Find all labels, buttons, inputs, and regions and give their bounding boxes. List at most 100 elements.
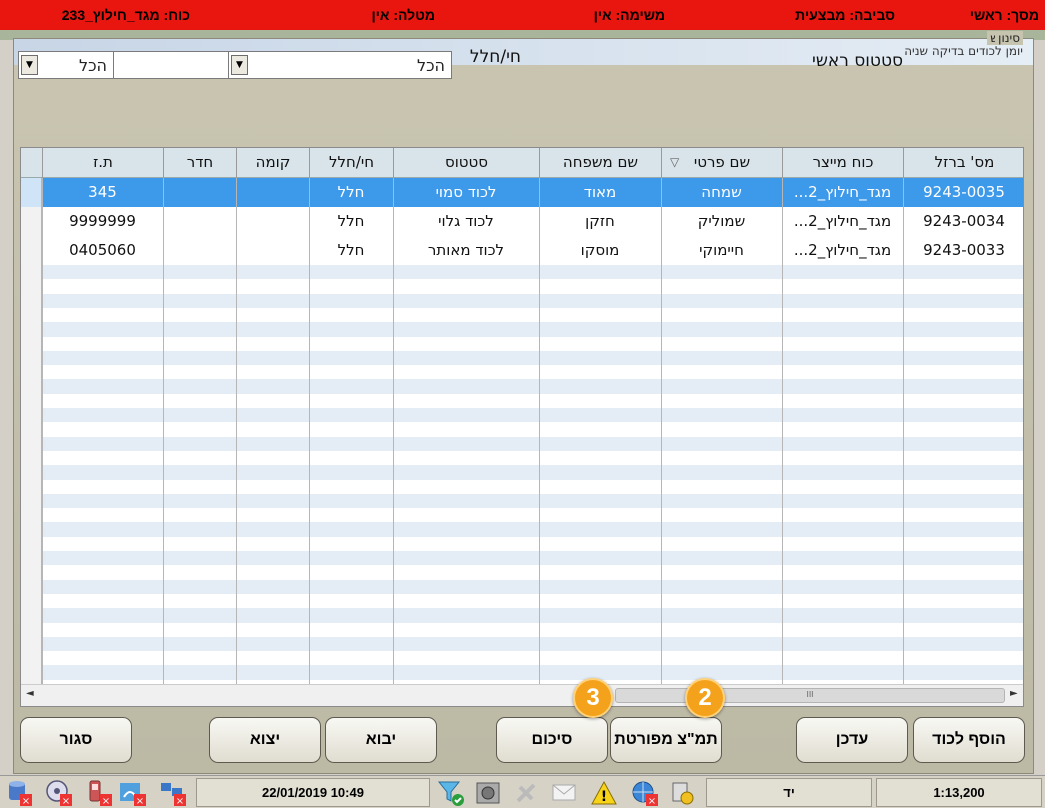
empty-row <box>42 508 1023 523</box>
table-cell: מוסקו <box>580 241 620 259</box>
table-cell: מאוד <box>583 183 617 201</box>
bottom-taskbar: × × × × × 22/01/2019 10:49 ! × יד 1:13,2… <box>0 775 1045 808</box>
import-button[interactable]: יבוא <box>325 717 437 763</box>
database-error-icon[interactable]: × <box>4 779 34 807</box>
table-cell: 9243-0035 <box>923 183 1005 201</box>
table-cell: 9999999 <box>69 212 136 230</box>
empty-row <box>42 637 1023 652</box>
empty-row <box>42 422 1023 437</box>
mode-display: יד <box>706 778 872 807</box>
main-status-dropdown-icon[interactable]: ▼ <box>231 55 248 75</box>
disc-error-icon[interactable]: × <box>44 779 74 807</box>
main-status-select[interactable]: הכל ▼ <box>228 51 452 79</box>
table-cell: לכוד מאותר <box>427 241 505 259</box>
table-cell: 9243-0034 <box>923 212 1005 230</box>
table-cell <box>236 207 309 236</box>
column-header[interactable]: סטטוס <box>393 148 539 178</box>
table-body: 9243-0035 מגד_חילוץ_2... שמחה מאוד לכוד סמוי… <box>21 178 1023 695</box>
map-scale-display: 1:13,200 <box>876 778 1042 807</box>
scroll-right-icon[interactable]: ► <box>1010 688 1018 699</box>
table-cell: 9243-0033 <box>923 241 1005 259</box>
empty-row <box>42 465 1023 480</box>
detailed-report-step-badge: 2 <box>685 678 725 718</box>
detailed-report-button[interactable]: תמ"צ מפורטת <box>610 717 722 763</box>
scroll-thumb[interactable]: III <box>615 688 1005 703</box>
svg-text:×: × <box>136 796 144 807</box>
close-button[interactable]: סגור <box>20 717 132 763</box>
alive-dead-label: חי/חלל <box>469 47 521 67</box>
column-header-label: כוח מייצר <box>812 153 874 171</box>
svg-text:!: ! <box>601 789 607 805</box>
empty-row <box>42 351 1023 366</box>
summary-step-badge: 3 <box>573 678 613 718</box>
column-header[interactable]: שם פרטי ▽ <box>661 148 782 178</box>
alive-dead-dropdown-icon[interactable]: ▼ <box>21 55 38 75</box>
empty-row <box>42 437 1023 452</box>
empty-row <box>42 522 1023 537</box>
mail-icon[interactable] <box>550 779 580 807</box>
column-header[interactable]: קומה <box>236 148 309 178</box>
column-header[interactable]: שם משפחה <box>539 148 661 178</box>
table-cell: 0405060 <box>69 241 136 259</box>
wireless-error-icon[interactable]: × <box>118 779 148 807</box>
column-header[interactable]: חדר <box>163 148 236 178</box>
globe-error-icon[interactable]: × <box>630 779 660 807</box>
table-row[interactable]: 9243-0035 מגד_חילוץ_2... שמחה מאוד לכוד סמוי… <box>42 178 1023 207</box>
main-status-value: הכל <box>416 56 445 75</box>
column-header-label: סטטוס <box>444 153 488 171</box>
empty-row <box>42 580 1023 595</box>
phone-error-icon[interactable]: × <box>84 779 114 807</box>
horizontal-scrollbar[interactable]: ◄ III ► <box>21 684 1023 706</box>
storage-lock-icon[interactable] <box>668 779 698 807</box>
table-cell: שמוליק <box>697 212 746 230</box>
table-header: מס' ברזל כוח מייצר שם פרטי ▽ שם משפחה סטטוס חי… <box>21 148 1023 178</box>
empty-row <box>42 651 1023 666</box>
grid-line <box>661 178 662 684</box>
table-cell <box>163 236 236 265</box>
task-indicator: מטלה: אין <box>371 7 435 23</box>
update-button[interactable]: עדכן <box>796 717 908 763</box>
scroll-left-icon[interactable]: ◄ <box>26 688 34 699</box>
grid-line <box>236 178 237 684</box>
table-cell: לכוד סמוי <box>435 183 497 201</box>
column-header[interactable]: ת.ז <box>42 148 163 178</box>
empty-row <box>42 551 1023 566</box>
table-cell: מגד_חילוץ_2... <box>793 183 892 201</box>
trapped-log-dialog: יומן לכודים בדיקה שניה חיפוש סינון סטטוס… <box>13 31 1034 774</box>
column-header-label: חדר <box>186 153 214 171</box>
column-header[interactable]: כוח מייצר <box>782 148 903 178</box>
table-cell <box>163 178 236 207</box>
table-cell: חיימוקי <box>699 241 744 259</box>
table-cell: חלל <box>337 241 365 259</box>
table-cell: מגד_חילוץ_2... <box>793 212 892 230</box>
column-header-label: שם משפחה <box>562 153 639 171</box>
summary-button[interactable]: סיכום <box>496 717 608 763</box>
table-cell <box>236 236 309 265</box>
filter-ok-icon[interactable] <box>436 779 466 807</box>
empty-row <box>42 451 1023 466</box>
table-cell <box>163 207 236 236</box>
sort-icon: ▽ <box>670 155 680 169</box>
empty-row <box>42 608 1023 623</box>
table-row[interactable]: 9243-0033 מגד_חילוץ_2... חיימוקי מוסקו לכוד … <box>42 236 1023 265</box>
table-row[interactable]: 9243-0034 מגד_חילוץ_2... שמוליק חזקן לכוד גל… <box>42 207 1023 236</box>
network-error-icon[interactable]: × <box>158 779 188 807</box>
alive-dead-value: הכל <box>78 56 107 75</box>
add-trapped-button[interactable]: הוסף לכוד <box>913 717 1025 763</box>
empty-row <box>42 308 1023 323</box>
column-header[interactable]: חי/חלל <box>309 148 393 178</box>
column-header[interactable]: מס' ברזל <box>903 148 1023 178</box>
top-status-bar: מסך: ראשי סביבה: מבצעית משימה: אין מטלה:… <box>0 0 1045 30</box>
warning-icon[interactable]: ! <box>590 779 620 807</box>
empty-row <box>42 279 1023 294</box>
grid-line <box>163 178 164 684</box>
environment-indicator: סביבה: מבצעית <box>795 7 895 23</box>
empty-row <box>42 379 1023 394</box>
empty-row <box>42 322 1023 337</box>
grid-line <box>539 178 540 684</box>
empty-row <box>42 623 1023 638</box>
alive-dead-select[interactable]: הכל ▼ <box>18 51 114 79</box>
export-button[interactable]: יצוא <box>209 717 321 763</box>
satellite-icon[interactable] <box>512 779 542 807</box>
camera-icon[interactable] <box>474 779 504 807</box>
